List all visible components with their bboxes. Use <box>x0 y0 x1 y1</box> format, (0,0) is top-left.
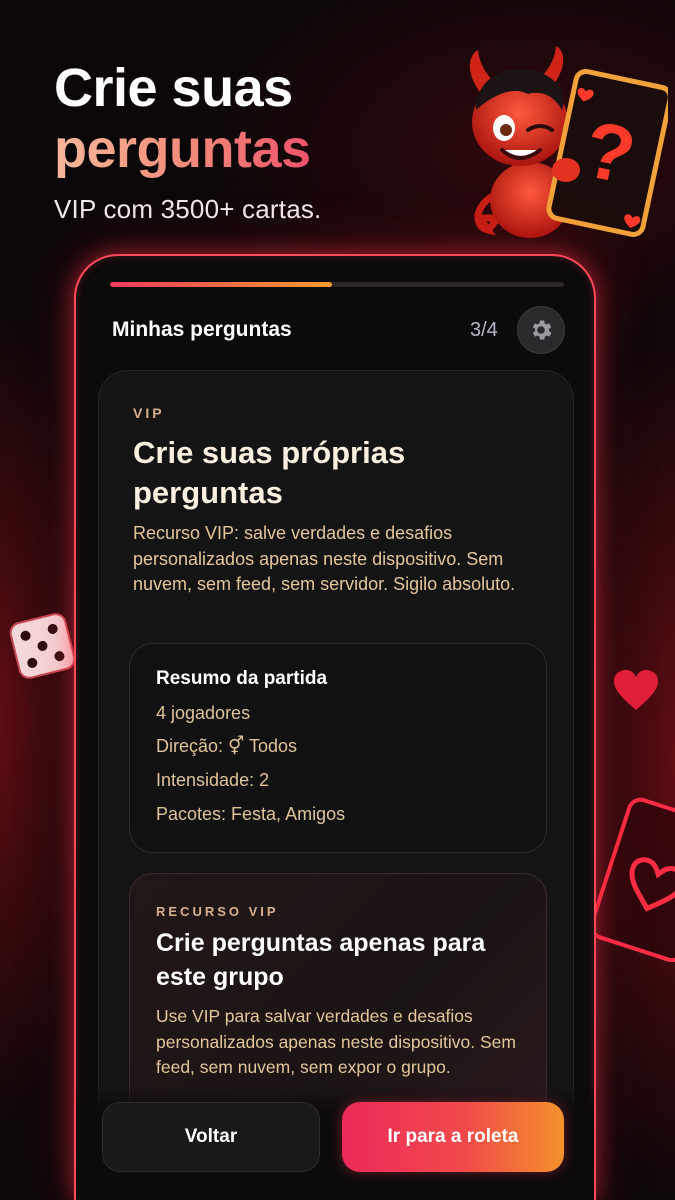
headline-line-1: Crie suas <box>54 58 293 118</box>
summary-direction: Direção: ⚥ Todos <box>156 736 297 756</box>
gear-icon <box>532 320 552 340</box>
headline: Crie suas perguntas VIP com 3500+ cartas… <box>54 58 321 225</box>
step-indicator: 3/4 <box>470 319 498 341</box>
summary-title: Resumo da partida <box>156 668 328 689</box>
headline-line-2: perguntas <box>54 118 321 180</box>
progress-bar <box>110 282 564 287</box>
vip-tag: VIP <box>133 405 165 421</box>
go-to-roulette-button[interactable]: Ir para a roleta <box>342 1102 564 1172</box>
vip-feature-description: Use VIP para salvar verdades e desafios … <box>156 1006 516 1077</box>
devil-mascot-icon: ? <box>469 46 668 238</box>
vip-feature-title: Crie perguntas apenas para este grupo <box>156 929 486 991</box>
heart-card-icon <box>590 797 675 963</box>
phone-frame: Minhas perguntas 3/4 VIP Crie suas própr… <box>74 254 596 1200</box>
screen-title: Minhas perguntas <box>112 318 292 341</box>
heart-icon <box>614 670 658 710</box>
match-summary: Resumo da partida 4 jogadores Direção: ⚥… <box>129 643 547 853</box>
vip-feature-tag: RECURSO VIP <box>156 904 279 919</box>
settings-button[interactable] <box>517 306 565 354</box>
card-title: Crie suas próprias perguntas <box>133 435 406 510</box>
dice-icon <box>9 613 76 679</box>
summary-players: 4 jogadores <box>156 703 251 723</box>
card-description: Recurso VIP: salve verdades e desafios p… <box>133 523 516 594</box>
back-button[interactable]: Voltar <box>102 1102 320 1172</box>
summary-intensity: Intensidade: 2 <box>156 770 270 790</box>
progress-fill <box>110 282 333 287</box>
headline-subtitle: VIP com 3500+ cartas. <box>54 194 322 224</box>
summary-packs: Pacotes: Festa, Amigos <box>156 804 346 824</box>
vip-card: VIP Crie suas próprias perguntas Recurso… <box>98 370 574 1133</box>
